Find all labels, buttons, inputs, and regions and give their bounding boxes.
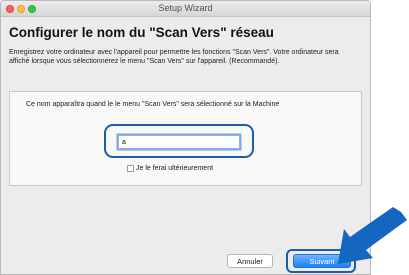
pointer-arrow-icon bbox=[338, 207, 407, 264]
